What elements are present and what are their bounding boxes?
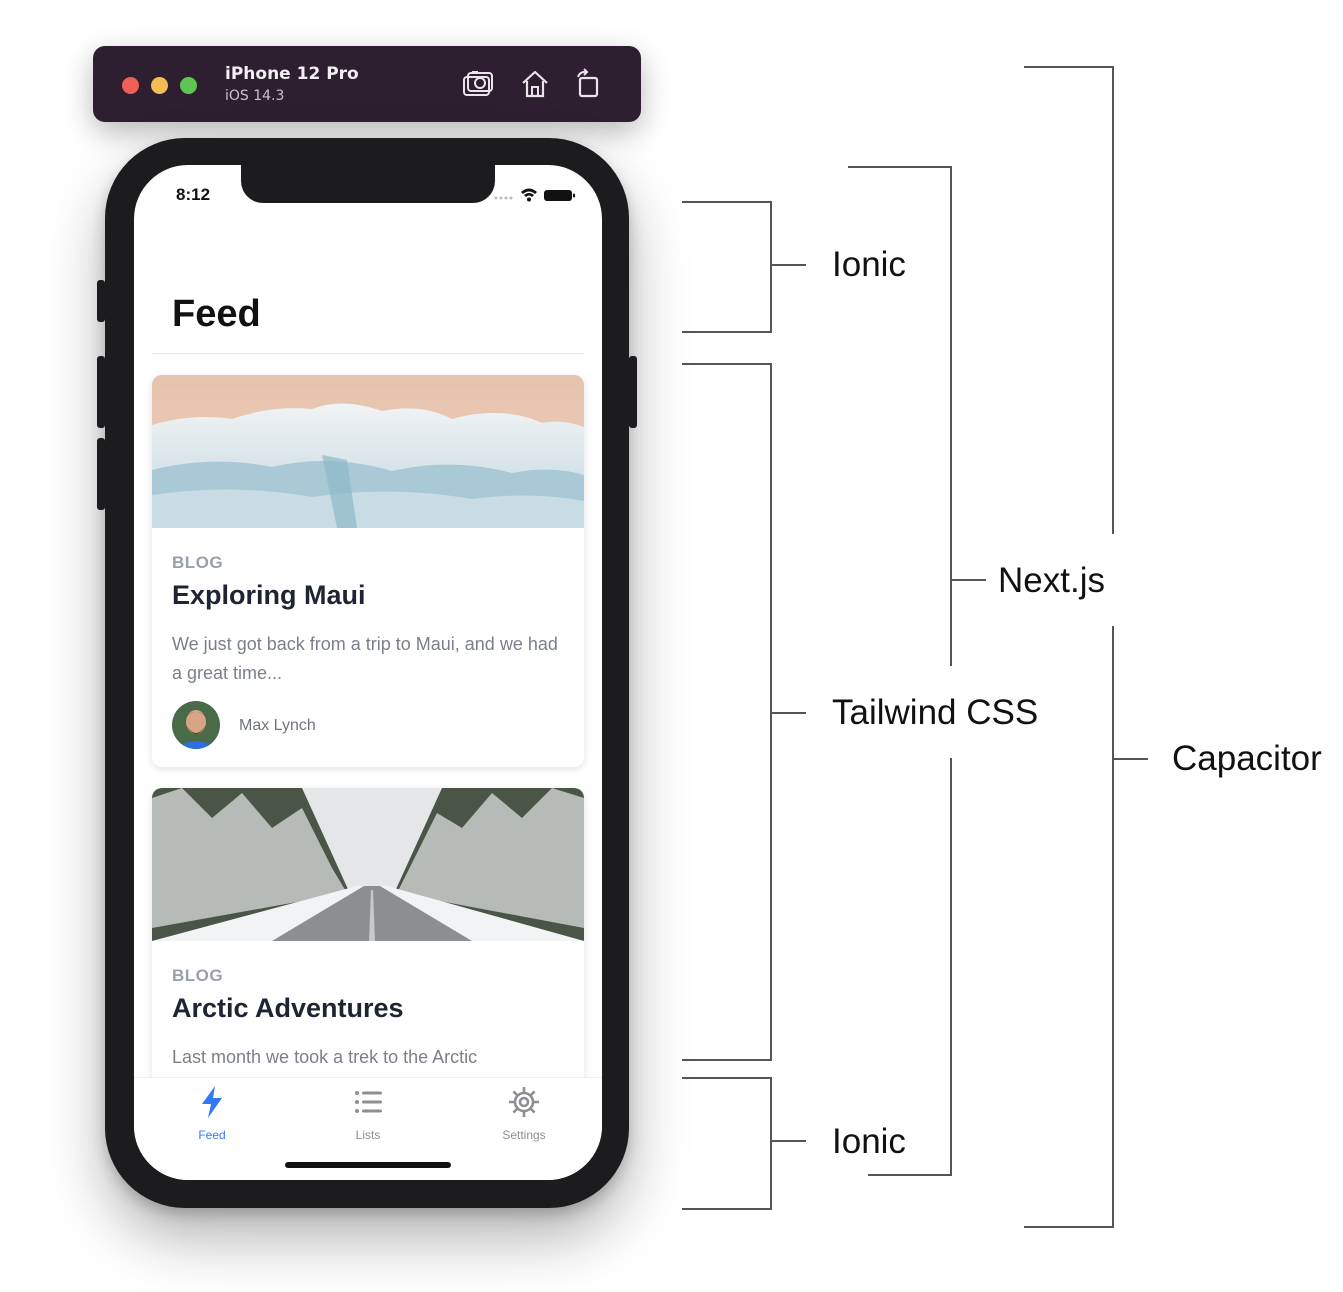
battery-icon: [544, 190, 575, 201]
status-time: 8:12: [176, 185, 211, 204]
power-button: [629, 356, 637, 428]
close-window-button[interactable]: [122, 77, 139, 94]
volume-up-button: [97, 356, 105, 428]
card-category: BLOG: [172, 966, 224, 985]
label-ionic-bottom: Ionic: [832, 1122, 906, 1161]
page-title: Feed: [172, 293, 261, 335]
home-indicator: [285, 1162, 451, 1168]
tab-settings[interactable]: Settings: [446, 1078, 602, 1148]
rotate-icon[interactable]: [571, 68, 605, 100]
feed-card[interactable]: BLOG Arctic Adventures Last month we too…: [152, 788, 584, 1108]
phone-frame: 8:12 Feed BLOG Exploring Maui We just go…: [97, 138, 637, 1208]
label-nextjs: Next.js: [998, 561, 1105, 600]
card-image-arctic: [152, 788, 584, 941]
tab-lists[interactable]: Lists: [290, 1078, 446, 1148]
label-capacitor: Capacitor: [1172, 739, 1322, 778]
silent-switch: [97, 280, 105, 322]
home-icon[interactable]: [518, 68, 552, 100]
simulator-title-bar: iPhone 12 Pro iOS 14.3: [93, 46, 641, 122]
list-icon: [355, 1091, 382, 1113]
author-name: Max Lynch: [239, 717, 316, 734]
label-tailwind: Tailwind CSS: [832, 693, 1039, 732]
feed-card[interactable]: BLOG Exploring Maui We just got back fro…: [152, 375, 584, 767]
card-title: Arctic Adventures: [172, 993, 404, 1023]
status-icons: [490, 185, 580, 203]
tab-label: Settings: [502, 1128, 546, 1142]
minimize-window-button[interactable]: [151, 77, 168, 94]
notch: [241, 165, 495, 203]
tab-label: Feed: [198, 1128, 226, 1142]
tab-feed[interactable]: Feed: [134, 1078, 290, 1148]
volume-down-button: [97, 438, 105, 510]
label-ionic-top: Ionic: [832, 245, 906, 284]
zoom-window-button[interactable]: [180, 77, 197, 94]
wifi-icon: [521, 188, 537, 202]
card-title: Exploring Maui: [172, 580, 366, 610]
tab-label: Lists: [355, 1128, 381, 1142]
cog-icon: [509, 1087, 539, 1117]
avatar: [172, 701, 220, 749]
app-screen: 8:12 Feed BLOG Exploring Maui We just go…: [134, 165, 602, 1180]
signal-icon: [494, 196, 513, 200]
header-divider: [152, 353, 584, 354]
card-excerpt: We just got back from a trip to Maui, an…: [172, 634, 558, 683]
card-excerpt: Last month we took a trek to the Arctic: [172, 1047, 478, 1067]
flash-icon: [202, 1086, 222, 1118]
card-image-maui: [152, 375, 584, 528]
device-name: iPhone 12 Pro: [225, 64, 359, 84]
os-version: iOS 14.3: [225, 88, 285, 104]
screenshot-icon[interactable]: [461, 68, 495, 100]
card-category: BLOG: [172, 553, 224, 572]
